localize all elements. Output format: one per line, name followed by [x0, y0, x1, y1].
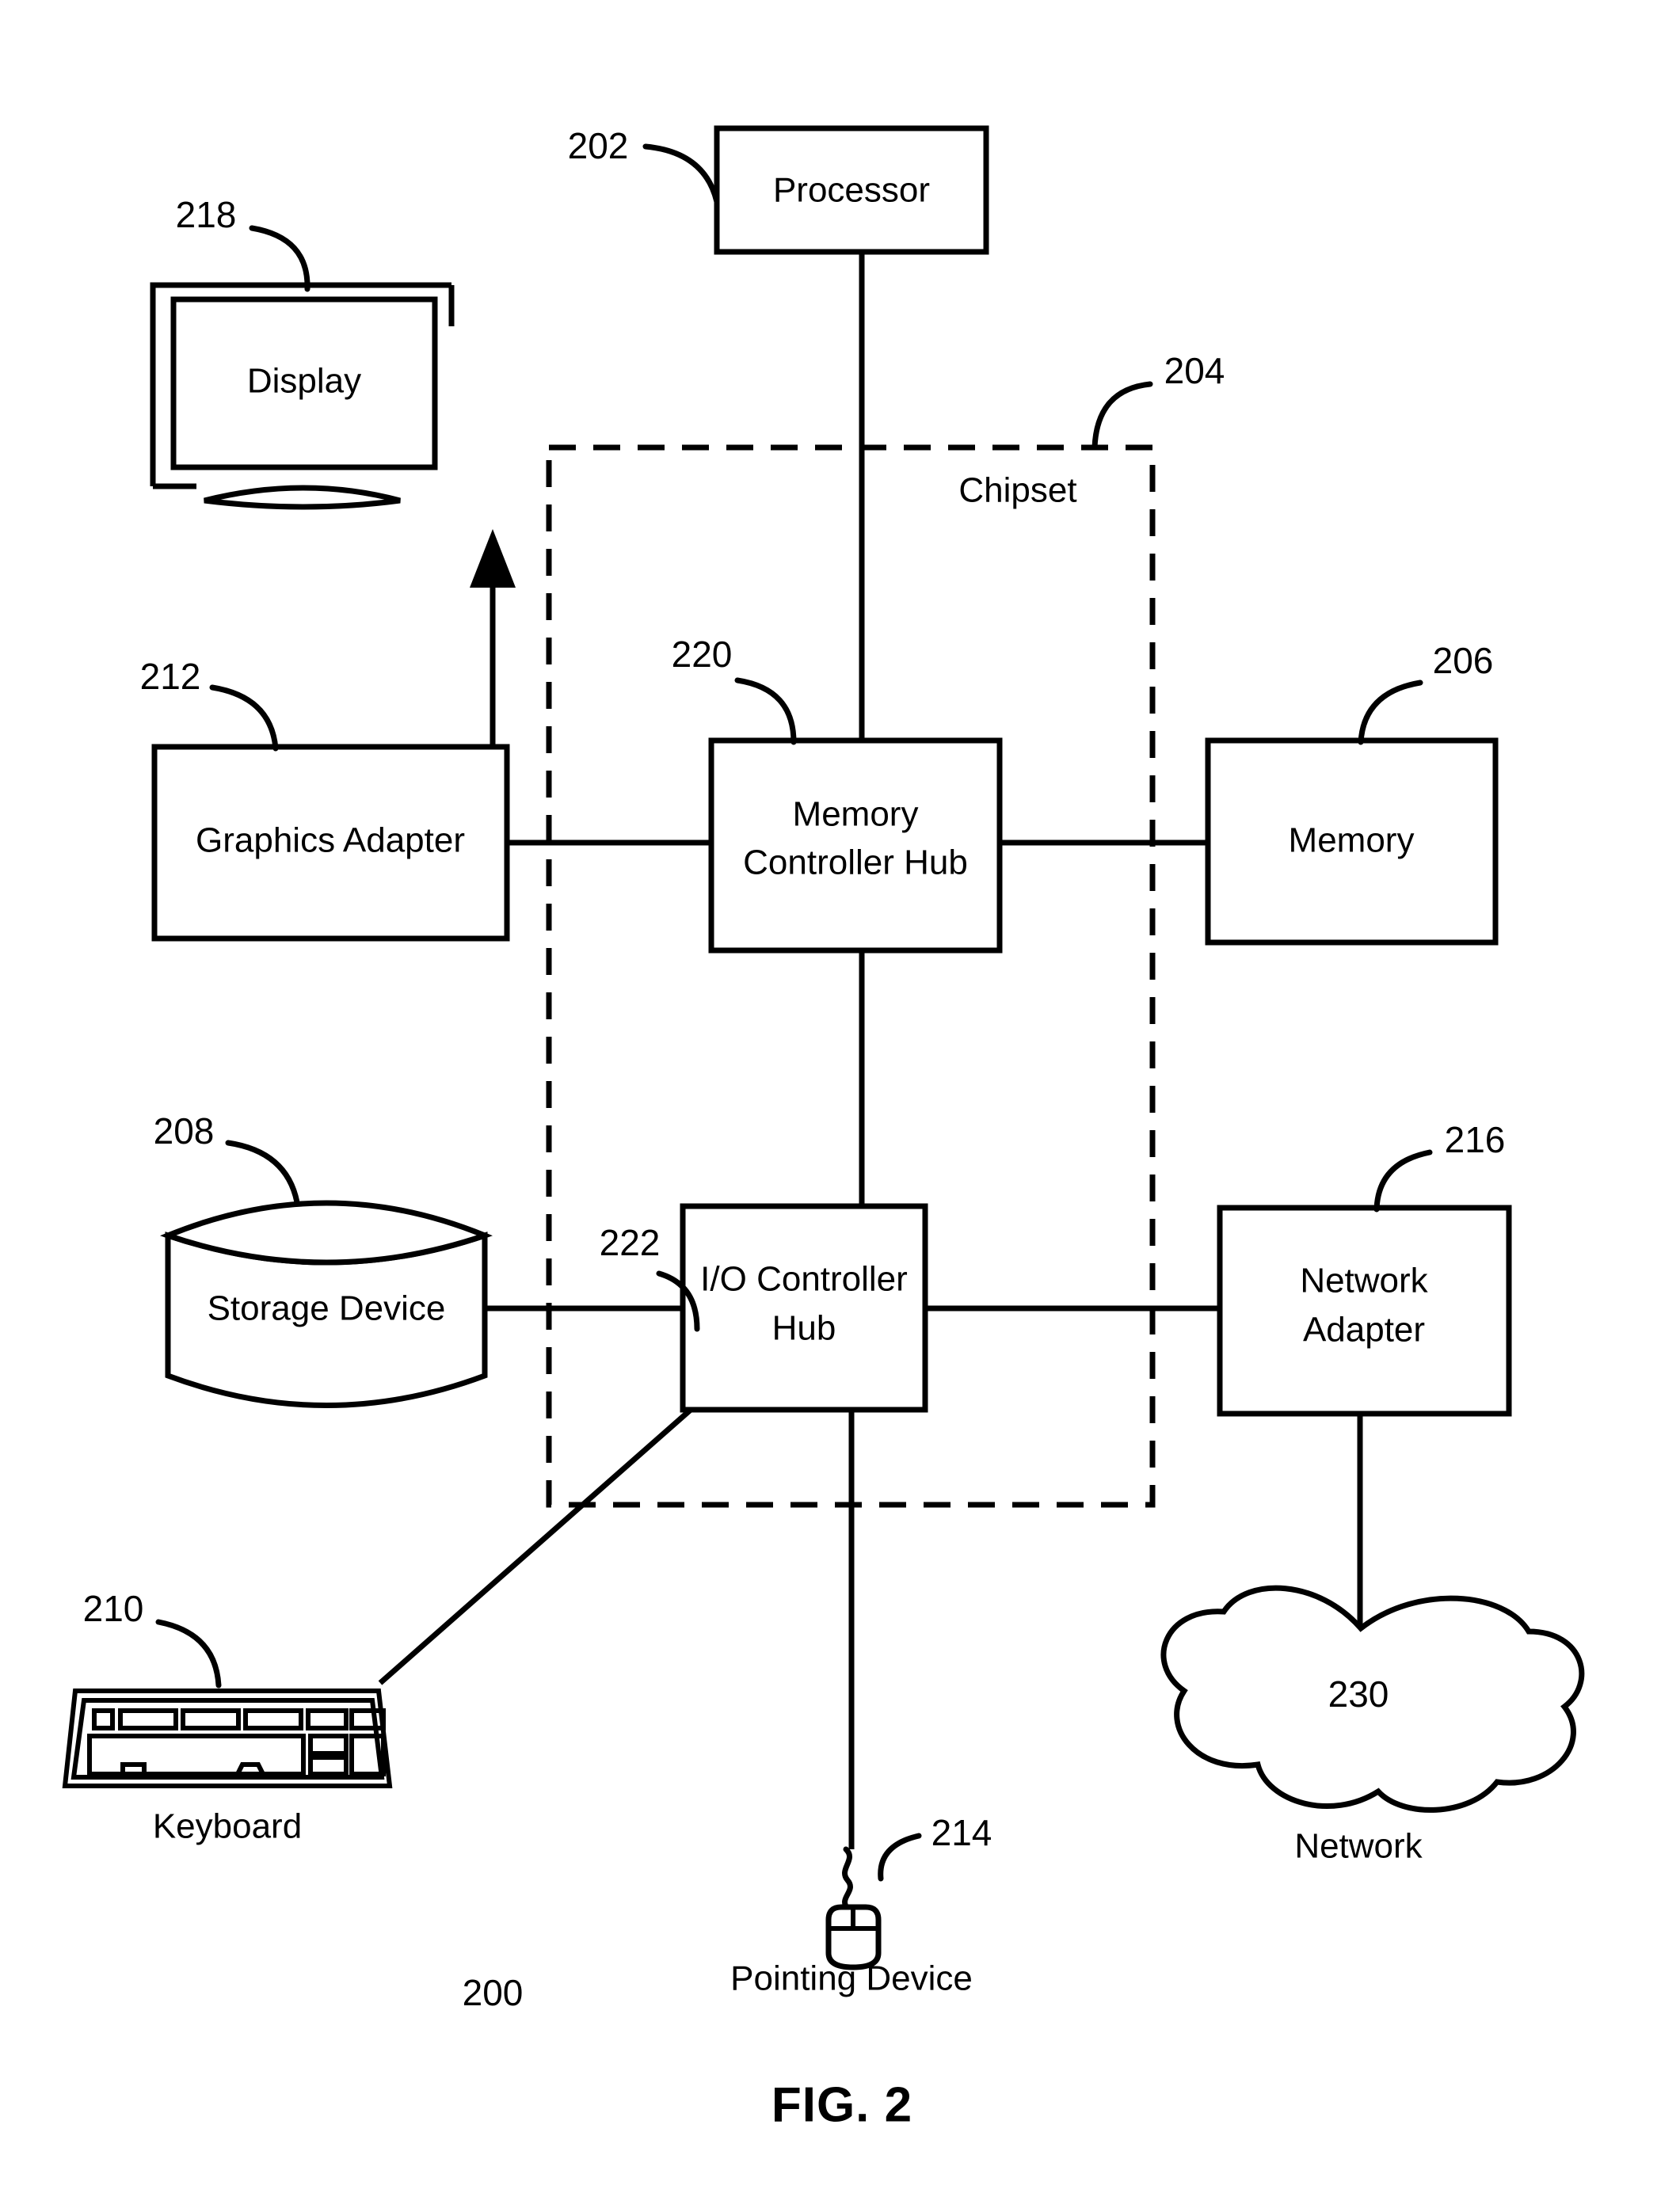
ich-label-line2: Hub [772, 1309, 836, 1348]
processor-block[interactable]: Processor [714, 125, 989, 255]
leader-212 [209, 684, 279, 752]
network-cloud-block[interactable]: 230 Network [1160, 1585, 1585, 1866]
keyboard-navkey-group [349, 1708, 386, 1730]
ref-208: 208 [154, 1110, 215, 1152]
ref-200-system: 200 [463, 1972, 524, 2013]
ref-218: 218 [176, 194, 237, 235]
network-adapter-block[interactable]: Network Adapter [1217, 1205, 1512, 1417]
keyboard-fkey-group-2 [181, 1708, 241, 1730]
storage-device-block[interactable]: Storage Device [160, 1200, 493, 1408]
memory-controller-hub-block[interactable]: Memory Controller Hub [708, 737, 1003, 954]
chipset-label: Chipset [958, 471, 1076, 510]
leader-206 [1358, 680, 1423, 745]
keyboard-fkey-group-1 [118, 1708, 178, 1730]
leader-210 [155, 1619, 222, 1689]
leader-204 [1091, 381, 1153, 451]
link-ich-to-keyboard [378, 1407, 693, 1685]
keyboard-fkey-group-3 [243, 1708, 303, 1730]
display-stand-base [204, 485, 401, 510]
leader-220 [734, 677, 797, 745]
keyboard-editing-keys-bottom [308, 1755, 349, 1776]
network-adapter-label-line2: Adapter [1303, 1311, 1425, 1350]
ref-220: 220 [672, 634, 733, 675]
keyboard-key-esc [92, 1708, 115, 1730]
ich-label-line1: I/O Controller [700, 1260, 908, 1299]
figure-caption: FIG. 2 [771, 2077, 912, 2132]
ich-box[interactable] [680, 1203, 928, 1413]
keyboard-editing-keys-top [308, 1734, 349, 1756]
leader-216 [1373, 1149, 1433, 1213]
ref-204: 204 [1164, 350, 1225, 391]
network-adapter-label-line1: Network [1300, 1262, 1428, 1300]
ref-222: 222 [600, 1222, 661, 1263]
leader-208 [225, 1140, 300, 1205]
mouse-cord [842, 1846, 853, 1912]
ref-216: 216 [1445, 1119, 1506, 1160]
ref-214: 214 [931, 1812, 992, 1853]
memory-label: Memory [1289, 821, 1415, 860]
leader-214 [878, 1833, 922, 1882]
pointing-device-label: Pointing Device [730, 1959, 973, 1998]
processor-label: Processor [773, 171, 930, 210]
network-cloud-ref: 230 [1328, 1673, 1389, 1715]
leader-218 [249, 225, 310, 292]
mch-label-line2: Controller Hub [743, 843, 968, 882]
ref-202: 202 [568, 125, 629, 166]
storage-device-label: Storage Device [208, 1289, 446, 1328]
graphics-adapter-label: Graphics Adapter [196, 821, 465, 860]
keyboard-block[interactable]: Keyboard [62, 1689, 393, 1846]
network-label: Network [1294, 1827, 1423, 1866]
display-label: Display [247, 362, 361, 401]
diagram-canvas: Chipset Processor Display Graphics Adapt… [62, 125, 1585, 2132]
mch-label-line1: Memory [793, 795, 919, 834]
arrowhead-to-display [470, 529, 516, 588]
io-controller-hub-block[interactable]: I/O Controller Hub [680, 1203, 928, 1413]
patent-figure-fig2: Chipset Processor Display Graphics Adapt… [0, 0, 1661, 2212]
pointing-device-block[interactable]: Pointing Device [730, 1846, 973, 1998]
ref-210: 210 [83, 1588, 144, 1629]
ref-206: 206 [1433, 640, 1494, 681]
keyboard-fkey-group-4 [306, 1708, 349, 1730]
display-block[interactable]: Display [150, 282, 455, 510]
memory-block[interactable]: Memory [1205, 737, 1499, 946]
keyboard-label: Keyboard [153, 1807, 302, 1846]
graphics-adapter-block[interactable]: Graphics Adapter [151, 744, 510, 942]
leader-202 [642, 143, 720, 205]
ref-212: 212 [140, 656, 201, 697]
